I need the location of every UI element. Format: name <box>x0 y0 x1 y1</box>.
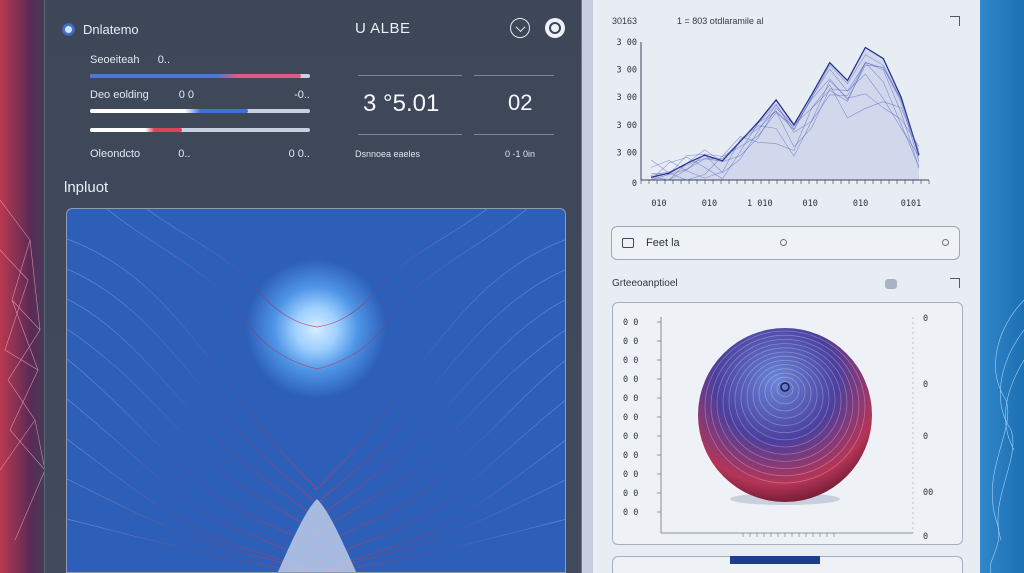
slider-1-track[interactable] <box>90 74 310 78</box>
x-tick-label: 010 <box>853 199 868 209</box>
x-tick-label: 0101 <box>901 199 921 209</box>
option-dot-icon[interactable] <box>780 239 787 246</box>
y-tick-label: 0 0 <box>623 356 638 366</box>
y-tick-label: 0 0 <box>623 394 638 404</box>
metric-1-caption: Dsnnoea eaeles <box>355 149 421 159</box>
search-label: Feet la <box>646 237 680 249</box>
y-tick-label: 0 0 <box>623 318 638 328</box>
divider <box>474 134 554 135</box>
app-title: Dnlatemo <box>83 22 139 37</box>
panel-title: U ALBE <box>355 20 411 37</box>
slider-1-value: 0.. <box>157 54 170 66</box>
divider <box>474 75 554 76</box>
search-input[interactable]: Feet la <box>611 226 960 260</box>
expand-icon[interactable] <box>950 278 960 288</box>
sphere-chart[interactable]: 0 00 00 00 00 00 00 00 00 00 00 0 0 0 0 00 0 <box>612 302 963 545</box>
y-tick-label: 3 00 <box>617 93 637 103</box>
right-decoration <box>989 299 1024 573</box>
metric-2-value: 02 <box>508 90 533 115</box>
y-tick-label: 0 0 <box>623 432 638 442</box>
bottom-row: Oleondcto 0.. 0 0.. <box>90 148 310 168</box>
x-tick-label: 1 010 <box>747 199 773 209</box>
slider-2-value: 0 0 <box>178 89 195 101</box>
slider-2-label: Deo eolding <box>90 89 149 101</box>
y-tick-label: 3 00 <box>617 66 637 76</box>
app-header: Dnlatemo <box>62 22 139 37</box>
divider <box>358 75 462 76</box>
left-decoration <box>0 199 46 541</box>
chevron-down-icon[interactable] <box>510 18 530 38</box>
right-tick-label: 0 <box>923 532 928 542</box>
slider-1-fill <box>90 74 302 78</box>
x-tick-label: 010 <box>702 199 717 209</box>
toggle-icon[interactable] <box>885 279 897 289</box>
metric-1-value: 3 °5.01 <box>363 90 440 117</box>
divider <box>358 134 462 135</box>
settings-icon[interactable] <box>545 18 565 38</box>
y-tick-label: 0 0 <box>623 375 638 385</box>
bottom-row-label: Oleondcto <box>90 148 141 160</box>
slider-2-right-value: -0.. <box>294 89 310 101</box>
bottom-row-right: 0 0.. <box>288 148 310 160</box>
slider-3-fill <box>90 128 183 132</box>
right-tick-label: 0 <box>923 380 928 390</box>
section2-title: Grteeoanptioel <box>612 278 678 289</box>
y-tick-label: 0 0 <box>623 508 638 518</box>
y-tick-label: 0 0 <box>623 413 638 423</box>
y-tick-label: 3 00 <box>617 38 637 48</box>
input-visualization[interactable] <box>66 208 566 573</box>
x-tick-label: 010 <box>651 199 666 209</box>
bottom-progress <box>730 556 820 564</box>
slider-2-track[interactable] <box>90 109 310 113</box>
folder-icon <box>622 238 634 248</box>
y-tick-label: 0 0 <box>623 470 638 480</box>
slider-1[interactable]: Seoeiteah 0.. <box>90 54 310 78</box>
top-area-chart[interactable]: 0 3 00 3 00 3 00 3 00 3 00 010 010 1 010 010 010 01… <box>601 0 976 220</box>
section-title: lnpluot <box>64 179 109 196</box>
app-logo-icon <box>62 23 75 36</box>
y-tick-label: 0 0 <box>623 337 638 347</box>
y-tick-label: 3 00 <box>617 121 637 131</box>
option-dot-icon[interactable] <box>942 239 949 246</box>
metric-2-caption: 0 -1 0in <box>505 149 536 159</box>
right-tick-label: 00 <box>923 488 933 498</box>
slider-2-fill <box>90 109 249 113</box>
right-tick-label: 0 <box>923 314 928 324</box>
wave-mesh-image <box>67 209 565 572</box>
slider-2[interactable]: Deo eolding 0 0 -0.. <box>90 89 310 113</box>
y-tick-label: 0 <box>632 179 637 189</box>
slider-3-track[interactable] <box>90 128 310 132</box>
y-tick-label: 3 00 <box>617 148 637 158</box>
slider-1-label: Seoeiteah <box>90 54 140 66</box>
right-tick-label: 0 <box>923 432 928 442</box>
y-tick-label: 0 0 <box>623 451 638 461</box>
bottom-row-left: 0.. <box>178 148 191 160</box>
slider-3[interactable] <box>90 128 310 132</box>
y-tick-label: 0 0 <box>623 489 638 499</box>
x-tick-label: 010 <box>803 199 818 209</box>
